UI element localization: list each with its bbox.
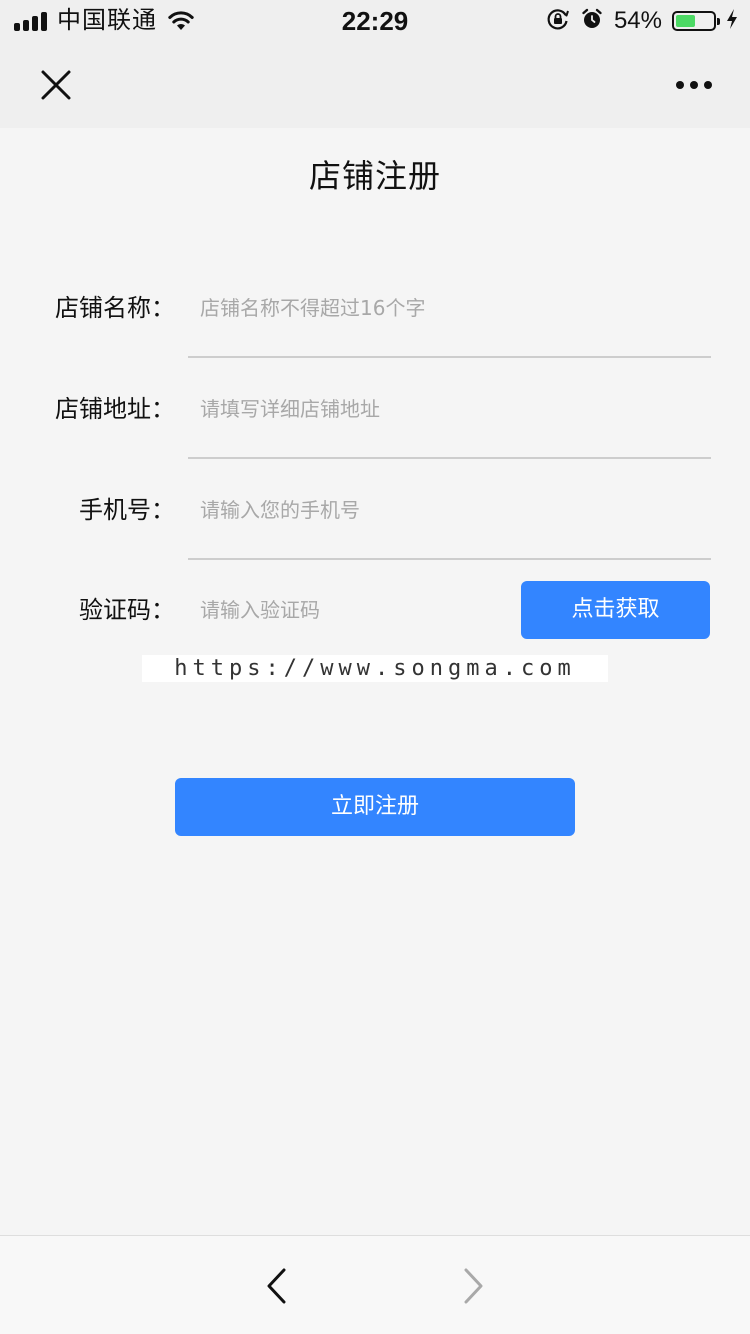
phone-input[interactable]	[188, 466, 711, 554]
back-button[interactable]	[246, 1258, 306, 1314]
bottom-toolbar	[0, 1235, 750, 1334]
store-name-row: 店铺名称：	[0, 258, 750, 358]
store-address-field	[188, 365, 711, 459]
navigation-bar	[0, 42, 750, 128]
store-address-row: 店铺地址：	[0, 359, 750, 459]
battery-icon	[672, 11, 720, 31]
more-button[interactable]	[666, 60, 722, 110]
status-bar-left: 中国联通	[14, 6, 195, 36]
alarm-icon	[580, 7, 604, 36]
forward-button[interactable]	[444, 1258, 504, 1314]
verification-code-row: 验证码： 点击获取	[0, 560, 750, 660]
verification-code-field	[188, 566, 508, 660]
close-button[interactable]	[28, 60, 84, 110]
forward-icon	[464, 1268, 483, 1304]
phone-row: 手机号：	[0, 460, 750, 560]
charging-icon	[726, 8, 738, 35]
store-address-label: 店铺地址：	[55, 395, 175, 423]
battery-percent: 54%	[613, 7, 662, 34]
signal-icon	[14, 11, 47, 31]
register-button[interactable]: 立即注册	[175, 778, 575, 836]
phone-field	[188, 466, 711, 560]
store-name-field	[188, 264, 711, 358]
watermark-url: https://www.songma.com	[142, 655, 608, 682]
store-name-label: 店铺名称：	[55, 294, 175, 322]
close-icon	[41, 70, 71, 100]
rotation-lock-icon	[546, 7, 570, 36]
phone-label: 手机号：	[79, 496, 175, 524]
verification-code-input[interactable]	[188, 566, 508, 654]
status-bar-right: 54%	[546, 6, 738, 36]
carrier-name: 中国联通	[57, 7, 157, 34]
status-bar: 中国联通 22:29 54%	[0, 0, 750, 42]
battery-level	[676, 15, 696, 27]
get-code-button[interactable]: 点击获取	[521, 581, 710, 639]
store-name-input[interactable]	[188, 264, 711, 352]
more-icon	[676, 81, 684, 89]
wifi-icon	[167, 10, 195, 32]
back-icon	[267, 1268, 286, 1304]
store-address-input[interactable]	[188, 365, 711, 453]
page-title: 店铺注册	[308, 157, 441, 195]
verification-code-label: 验证码：	[79, 596, 175, 624]
